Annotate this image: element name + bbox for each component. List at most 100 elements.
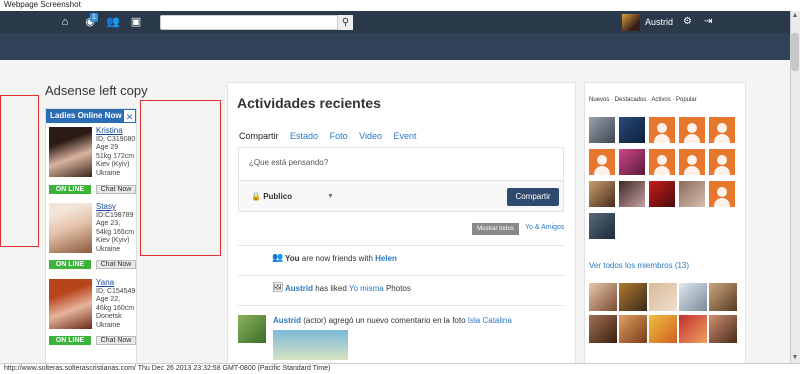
gear-icon[interactable]: ⚙ xyxy=(683,16,692,27)
chat-now-button[interactable]: Chat Now xyxy=(96,336,136,345)
members-filter-tabs[interactable]: Nuevos · Destacados · Activos · Popular xyxy=(589,97,697,103)
profile-name[interactable]: Stasy xyxy=(96,202,136,212)
ladies-online-widget: Ladies Online Now ✕ Kristina ID: C319080… xyxy=(45,108,137,368)
member-thumb[interactable] xyxy=(649,181,675,207)
friends-icon[interactable]: 👥 xyxy=(103,15,123,29)
default-avatar-icon[interactable] xyxy=(649,149,675,175)
profile-age: Age 22, xyxy=(96,296,121,303)
default-avatar-icon[interactable] xyxy=(709,117,735,143)
profile-stats: 51kg 172cm xyxy=(96,152,135,160)
default-avatar-icon[interactable] xyxy=(679,149,705,175)
member-thumb[interactable] xyxy=(589,283,617,311)
member-thumb[interactable] xyxy=(589,181,615,207)
comment-avatar[interactable] xyxy=(238,315,266,343)
share-button[interactable]: Compartir xyxy=(507,188,559,206)
profile-photo[interactable] xyxy=(49,127,92,177)
feed-actor-link[interactable]: Austrid xyxy=(285,284,313,293)
notification-badge: 1 xyxy=(90,13,98,22)
scroll-up-icon[interactable]: ▲ xyxy=(790,11,800,21)
member-thumb[interactable] xyxy=(709,283,737,311)
default-avatar-icon[interactable] xyxy=(589,149,615,175)
scroll-thumb[interactable] xyxy=(791,33,799,71)
profile-country: Ukraine xyxy=(96,245,121,253)
status-input[interactable]: ¿Que está pensando? xyxy=(239,148,563,181)
messages-icon[interactable]: ▣ xyxy=(126,15,146,29)
adsense-title: Adsense left copy xyxy=(45,83,148,98)
comment-target-link[interactable]: Isla Catalina xyxy=(468,316,512,325)
member-thumb[interactable] xyxy=(679,315,707,343)
member-thumb[interactable] xyxy=(649,283,677,311)
composer-tabs: Compartir Estado Foto Video Event xyxy=(239,131,426,141)
user-avatar[interactable] xyxy=(622,14,640,31)
see-all-members-link[interactable]: Ver todos los miembros (13) xyxy=(589,261,689,270)
profile-card[interactable]: Yana ID: C154549 Age 22, 46kg 160cm Done… xyxy=(48,278,136,357)
feed-item: 👥 You are now friends with Helen xyxy=(238,245,564,275)
profile-city: Kiev (Kyiv) xyxy=(96,237,130,244)
home-icon[interactable]: ⌂ xyxy=(55,15,75,29)
feed-suffix: Photos xyxy=(385,284,411,293)
tab-event[interactable]: Event xyxy=(393,131,416,141)
search-input[interactable] xyxy=(160,15,353,30)
profile-photo[interactable] xyxy=(49,203,92,253)
feed-target-link[interactable]: Yo misma xyxy=(349,284,384,293)
member-thumb[interactable] xyxy=(589,315,617,343)
feed-text: You are now friends with Helen xyxy=(285,254,397,263)
comment-photo[interactable] xyxy=(273,330,348,360)
member-thumb[interactable] xyxy=(619,181,645,207)
privacy-select[interactable]: 🔒 Publico xyxy=(251,192,292,201)
profile-id: ID:C198789 xyxy=(96,211,134,219)
member-thumb[interactable] xyxy=(619,117,645,143)
comment-actor-link[interactable]: Austrid xyxy=(273,316,301,325)
tab-photo[interactable]: Foto xyxy=(330,131,348,141)
widget-header: Ladies Online Now ✕ xyxy=(46,109,136,123)
profile-city: Donetsk xyxy=(96,313,122,320)
member-thumb[interactable] xyxy=(619,149,645,175)
profile-photo[interactable] xyxy=(49,279,92,329)
activity-panel: Actividades recientes Compartir Estado F… xyxy=(227,82,576,372)
logout-icon[interactable]: ⇥ xyxy=(704,16,712,27)
default-avatar-icon[interactable] xyxy=(679,117,705,143)
show-all-button[interactable]: Mostrar todos xyxy=(472,223,519,235)
member-thumb[interactable] xyxy=(589,213,615,239)
default-avatar-icon[interactable] xyxy=(709,181,735,207)
vertical-scrollbar[interactable]: ▲ ▼ xyxy=(790,11,800,363)
member-thumb[interactable] xyxy=(709,315,737,343)
chevron-down-icon[interactable]: ▼ xyxy=(327,193,334,200)
close-icon[interactable]: ✕ xyxy=(123,109,136,123)
search-icon[interactable]: ⚲ xyxy=(337,15,353,30)
feed-target-link[interactable]: Helen xyxy=(375,254,397,263)
comment-action: (actor) agregó un nuevo comentario en la… xyxy=(303,316,466,325)
member-thumb[interactable] xyxy=(679,181,705,207)
tab-share[interactable]: Compartir xyxy=(239,131,279,141)
status-composer: ¿Que está pensando? 🔒 Publico ▼ Comparti… xyxy=(238,147,564,212)
privacy-label: Publico xyxy=(263,192,293,201)
widget-title: Ladies Online Now xyxy=(50,111,122,120)
profile-id: ID: C154549 xyxy=(96,287,136,295)
member-thumb[interactable] xyxy=(619,283,647,311)
member-thumb[interactable] xyxy=(589,117,615,143)
profile-card[interactable]: Stasy ID:C198789 Age 23, 54kg 165cm Kiev… xyxy=(48,202,136,281)
feed-actor: You xyxy=(285,254,300,263)
chat-now-button[interactable]: Chat Now xyxy=(96,185,136,194)
profile-city: Kiev (Kyiv) xyxy=(96,161,130,168)
profile-card[interactable]: Kristina ID: C319080 Age 29 51kg 172cm K… xyxy=(48,126,136,205)
default-avatar-icon[interactable] xyxy=(709,149,735,175)
photo-icon: 🖼 xyxy=(272,282,284,292)
member-thumb[interactable] xyxy=(649,315,677,343)
tab-status[interactable]: Estado xyxy=(290,131,318,141)
profile-stats: 46kg 160cm xyxy=(96,304,135,312)
me-and-friends-link[interactable]: Yo & Amigos xyxy=(525,224,564,231)
member-thumb[interactable] xyxy=(619,315,647,343)
chat-now-button[interactable]: Chat Now xyxy=(96,260,136,269)
profile-age: Age 23, xyxy=(96,220,121,227)
profile-country: Ukraine xyxy=(96,169,121,177)
default-avatar-icon[interactable] xyxy=(649,117,675,143)
profile-name[interactable]: Yana xyxy=(96,278,136,288)
member-thumb[interactable] xyxy=(679,283,707,311)
tab-video[interactable]: Video xyxy=(359,131,382,141)
profile-name[interactable]: Kristina xyxy=(96,126,136,136)
profile-info: Stasy ID:C198789 Age 23, 54kg 165cm Kiev… xyxy=(96,202,136,254)
user-name[interactable]: Austrid xyxy=(645,17,673,27)
comment-text: Austrid (actor) agregó un nuevo comentar… xyxy=(273,316,573,325)
scroll-down-icon[interactable]: ▼ xyxy=(790,353,800,363)
